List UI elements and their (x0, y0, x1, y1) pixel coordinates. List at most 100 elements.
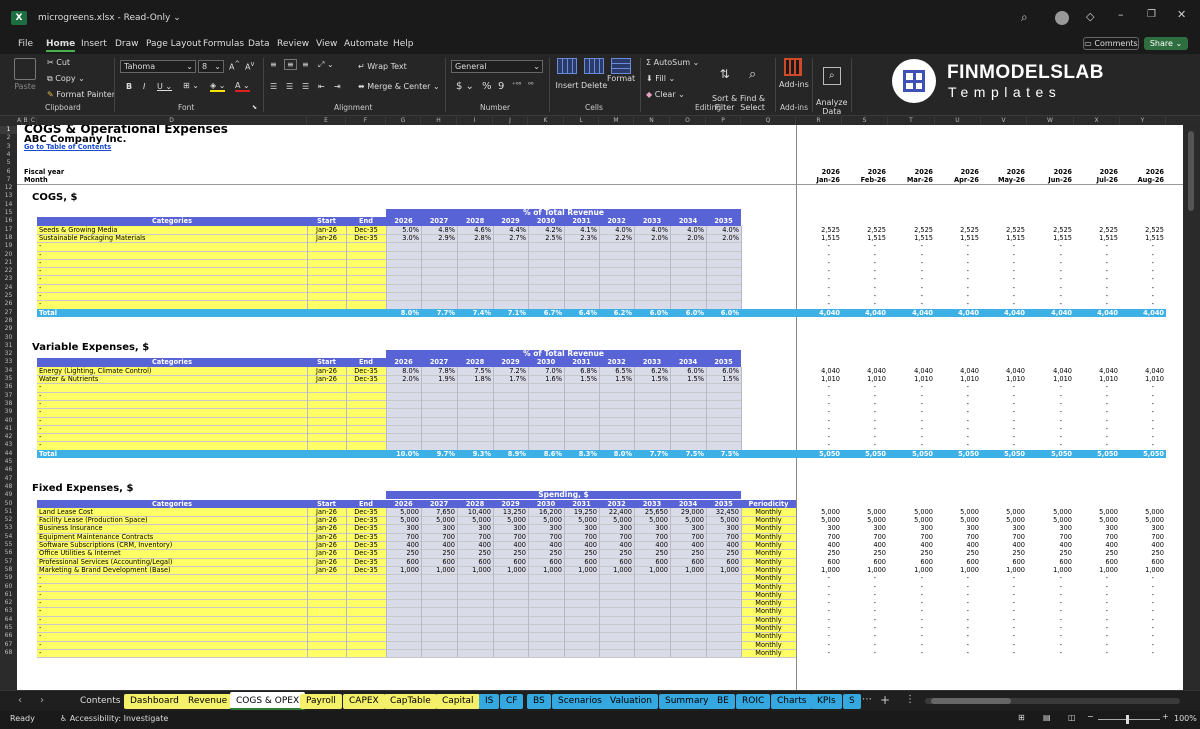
sheet-tab[interactable]: Dashboard (124, 694, 185, 709)
orientation-icon[interactable]: ⤢ ⌄ (318, 60, 334, 70)
section-title[interactable]: COGS, $ (30, 192, 386, 203)
monthly-value[interactable]: 5,000 (888, 516, 935, 524)
monthly-value[interactable]: 5,000 (1027, 516, 1074, 524)
year-value[interactable]: 6.0% (670, 367, 706, 375)
row-header[interactable]: 67 (0, 641, 17, 649)
periodicity-cell[interactable]: Monthly (741, 508, 796, 516)
sheet-tab[interactable]: BE (711, 694, 735, 709)
year-value[interactable]: 1.5% (634, 375, 670, 383)
year-header[interactable]: 2030 (528, 358, 564, 366)
monthly-empty[interactable]: - (888, 251, 923, 259)
monthly-empty[interactable]: - (981, 392, 1015, 400)
monthly-empty[interactable]: - (1074, 292, 1108, 300)
monthly-empty[interactable]: - (888, 599, 923, 607)
monthly-empty[interactable]: - (1074, 591, 1108, 599)
align-right-icon[interactable]: ☰ (302, 82, 309, 91)
year-header[interactable]: 2030 (528, 217, 564, 225)
close-icon[interactable]: ✕ (1177, 8, 1186, 21)
monthly-value[interactable]: 400 (1074, 541, 1120, 549)
year-value[interactable]: 3.0% (386, 234, 421, 242)
monthly-empty[interactable]: - (1027, 259, 1062, 267)
monthly-value[interactable]: 300 (1074, 524, 1120, 532)
monthly-value[interactable]: 1,515 (888, 234, 935, 242)
empty-category[interactable]: - (37, 383, 41, 391)
month-label[interactable]: Month (22, 176, 307, 184)
monthly-empty[interactable]: - (935, 251, 969, 259)
total-year-value[interactable]: 7.5% (670, 450, 706, 458)
column-header[interactable]: K (528, 117, 564, 125)
monthly-empty[interactable]: - (888, 267, 923, 275)
year-value[interactable]: 7,650 (421, 508, 457, 516)
empty-category[interactable]: - (37, 574, 41, 582)
category-name[interactable]: Professional Services (Accounting/Legal) (37, 558, 307, 566)
monthly-empty[interactable]: - (1027, 574, 1062, 582)
total-monthly-value[interactable]: 4,040 (796, 309, 842, 317)
periodicity-cell[interactable]: Monthly (741, 641, 796, 649)
total-year-value[interactable]: 6.2% (599, 309, 634, 317)
column-header[interactable]: O (670, 117, 706, 125)
section-title[interactable]: Variable Expenses, $ (30, 342, 386, 353)
decrease-decimal-icon[interactable]: ⁰⁰ (528, 81, 534, 89)
menu-view[interactable]: View (316, 39, 337, 49)
monthly-value[interactable]: 2,525 (981, 226, 1027, 234)
monthly-value[interactable]: 700 (888, 533, 935, 541)
year-value[interactable]: 4.0% (634, 226, 670, 234)
monthly-empty[interactable]: - (842, 292, 876, 300)
year-value[interactable]: 250 (599, 549, 634, 557)
format-cells-button[interactable]: Format (607, 58, 635, 83)
monthly-value[interactable]: 600 (981, 558, 1027, 566)
start-date[interactable]: Jan-26 (307, 524, 346, 532)
minimize-icon[interactable]: – (1118, 8, 1124, 21)
year-header[interactable]: 2026 (386, 217, 421, 225)
year-value[interactable]: 29,000 (670, 508, 706, 516)
monthly-empty[interactable]: - (935, 259, 969, 267)
number-format-select[interactable]: General ⌄ (451, 60, 543, 73)
monthly-empty[interactable]: - (935, 242, 969, 250)
end-date[interactable]: Dec-35 (346, 367, 386, 375)
monthly-empty[interactable]: - (842, 300, 876, 308)
monthly-value[interactable]: 600 (935, 558, 981, 566)
monthly-empty[interactable]: - (935, 400, 969, 408)
start-date[interactable]: Jan-26 (307, 533, 346, 541)
monthly-value[interactable]: 5,000 (1074, 508, 1120, 516)
total-monthly-value[interactable]: 5,050 (935, 450, 981, 458)
monthly-empty[interactable]: - (796, 624, 830, 632)
monthly-value[interactable]: 5,000 (1074, 516, 1120, 524)
sheet-tab[interactable]: IS (479, 694, 500, 709)
year-value[interactable]: 400 (421, 541, 457, 549)
column-header[interactable]: M (599, 117, 634, 125)
monthly-value[interactable]: 1,515 (842, 234, 888, 242)
empty-category[interactable]: - (37, 649, 41, 657)
font-name-select[interactable]: Tahoma ⌄ (120, 60, 196, 73)
monthly-empty[interactable]: - (1120, 632, 1154, 640)
monthly-empty[interactable]: - (1074, 599, 1108, 607)
monthly-empty[interactable]: - (888, 425, 923, 433)
row-header[interactable]: 62 (0, 599, 17, 607)
year-value[interactable]: 700 (528, 533, 564, 541)
monthly-empty[interactable]: - (842, 433, 876, 441)
start-date[interactable]: Jan-26 (307, 549, 346, 557)
year-value[interactable]: 5,000 (386, 516, 421, 524)
categories-header[interactable]: Categories (37, 500, 307, 508)
monthly-value[interactable]: 1,000 (981, 566, 1027, 574)
monthly-empty[interactable]: - (981, 259, 1015, 267)
monthly-empty[interactable]: - (1027, 284, 1062, 292)
year-value[interactable]: 2.0% (706, 234, 741, 242)
monthly-empty[interactable]: - (888, 242, 923, 250)
year-value[interactable]: 700 (564, 533, 599, 541)
fill-button[interactable]: ⬇ Fill ⌄ (646, 74, 675, 83)
column-header[interactable]: X (1074, 117, 1120, 125)
end-date[interactable]: Dec-35 (346, 508, 386, 516)
monthly-empty[interactable]: - (1074, 433, 1108, 441)
monthly-empty[interactable]: - (935, 267, 969, 275)
row-header[interactable]: 17 (0, 226, 17, 234)
year-value[interactable]: 400 (493, 541, 528, 549)
start-date[interactable]: Jan-26 (307, 508, 346, 516)
tab-options-icon[interactable]: ⋮ (905, 694, 915, 705)
monthly-empty[interactable]: - (981, 574, 1015, 582)
sheet-tab[interactable]: Charts (771, 694, 813, 709)
monthly-empty[interactable]: - (1027, 632, 1062, 640)
monthly-empty[interactable]: - (981, 275, 1015, 283)
sheet-tab[interactable]: Summary (659, 694, 715, 709)
monthly-empty[interactable]: - (1074, 441, 1108, 449)
